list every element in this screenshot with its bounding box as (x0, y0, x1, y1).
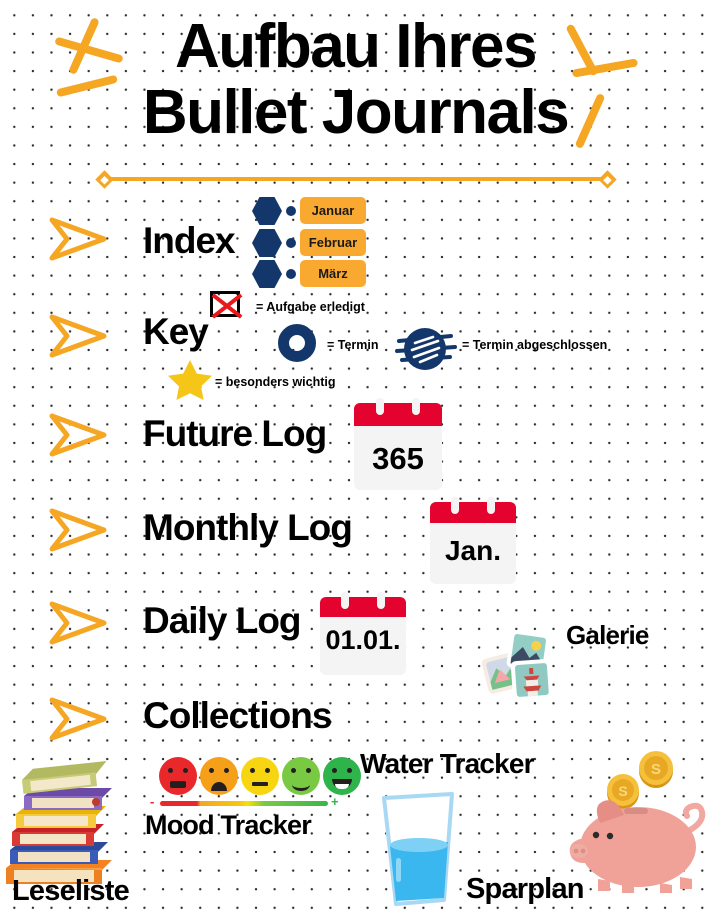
section-label-index: Index (143, 220, 236, 261)
dot-icon (286, 238, 296, 248)
calendar-icon-monthly: Jan. (430, 497, 516, 584)
section-label-collections: Collections (143, 695, 332, 736)
mood-face-angry (159, 757, 197, 795)
infographic-page: Aufbau Ihres Bullet Journals Index Janua… (0, 0, 711, 920)
collections-label-galerie: Galerie (566, 620, 649, 650)
title-line-1: Aufbau Ihres (175, 12, 537, 81)
key-label-important: = besonders wichtig (215, 375, 336, 389)
photo-stack-icon (481, 630, 553, 702)
collections-label-sparplan: Sparplan (466, 873, 584, 905)
coin-icon: S (639, 751, 673, 788)
piggy-bank-icon: S S S (569, 751, 706, 893)
hexagon-bullet-icon (252, 229, 282, 257)
crossed-box-icon (210, 291, 240, 317)
calendar-header (354, 403, 442, 426)
calendar-header (430, 502, 516, 524)
divider-diamond-right (598, 169, 617, 189)
chevron-arrow-icon (49, 697, 107, 741)
collections-label-mood-tracker: Mood Tracker (145, 810, 312, 840)
dot-icon (286, 206, 296, 216)
chevron-arrow-icon (49, 314, 107, 358)
water-glass-icon (382, 792, 454, 906)
section-label-monthly-log: Monthly Log (143, 507, 353, 548)
index-month-badge[interactable]: Februar (300, 229, 366, 256)
mood-face-happy (323, 757, 361, 795)
section-index: Index Januar Februar März (0, 197, 711, 288)
key-label-task-done: = Aufgabe erledigt (256, 300, 365, 314)
mood-face-smile (282, 757, 320, 795)
section-future-log: Future Log 365 (0, 398, 711, 490)
mood-scale-min: - (150, 794, 155, 809)
title-divider (95, 169, 617, 189)
calendar-value: Jan. (444, 535, 502, 566)
mood-face-sad (200, 757, 238, 795)
calendar-ring-icon (412, 398, 420, 415)
collections-label-leseliste: Leseliste (12, 875, 130, 907)
calendar-ring-icon (487, 497, 495, 514)
calendar-value: 365 (372, 441, 424, 476)
ring-icon (278, 324, 316, 362)
calendar-icon-daily: 01.01. (320, 592, 406, 675)
calendar-ring-icon (377, 592, 385, 609)
hexagon-bullet-icon (252, 197, 282, 225)
title-line-2: Bullet Journals (142, 78, 570, 147)
section-label-future-log: Future Log (143, 413, 327, 454)
section-key: Key = Aufgabe erledigt = Termin = Termin… (0, 291, 711, 400)
calendar-header (320, 597, 406, 618)
calendar-ring-icon (341, 592, 349, 609)
index-month-badge[interactable]: Januar (300, 197, 366, 224)
mood-scale-max: + (331, 794, 339, 809)
chevron-arrow-icon (49, 508, 107, 552)
divider-diamond-left (95, 169, 114, 189)
page-title: Aufbau Ihres Bullet Journals (0, 14, 711, 146)
section-monthly-log: Monthly Log Jan. (0, 497, 711, 585)
key-label-appointment: = Termin (327, 338, 379, 352)
star-icon (168, 360, 212, 400)
calendar-ring-icon (376, 398, 384, 415)
svg-text:S: S (651, 761, 661, 778)
mood-scale-bar (160, 801, 328, 806)
key-label-appointment-done: = Termin abgeschlossen (462, 338, 608, 352)
calendar-value: 01.01. (325, 625, 401, 655)
index-month-badge[interactable]: März (300, 260, 366, 287)
dot-icon (286, 269, 296, 279)
calendar-icon-future: 365 (354, 398, 442, 490)
scribbled-circle-icon (395, 328, 457, 370)
section-label-daily-log: Daily Log (143, 600, 302, 641)
hexagon-bullet-icon (252, 260, 282, 288)
mood-face-neutral (241, 757, 279, 795)
svg-text:S: S (618, 783, 627, 799)
calendar-ring-icon (451, 497, 459, 514)
book-stack-icon (6, 761, 112, 884)
section-label-key: Key (143, 311, 209, 352)
chevron-arrow-icon (49, 217, 107, 261)
section-daily-log: Daily Log 01.01. Galerie (0, 592, 711, 702)
chevron-arrow-icon (49, 413, 107, 457)
collections-label-water-tracker: Water Tracker (360, 748, 535, 779)
chevron-arrow-icon (49, 601, 107, 645)
